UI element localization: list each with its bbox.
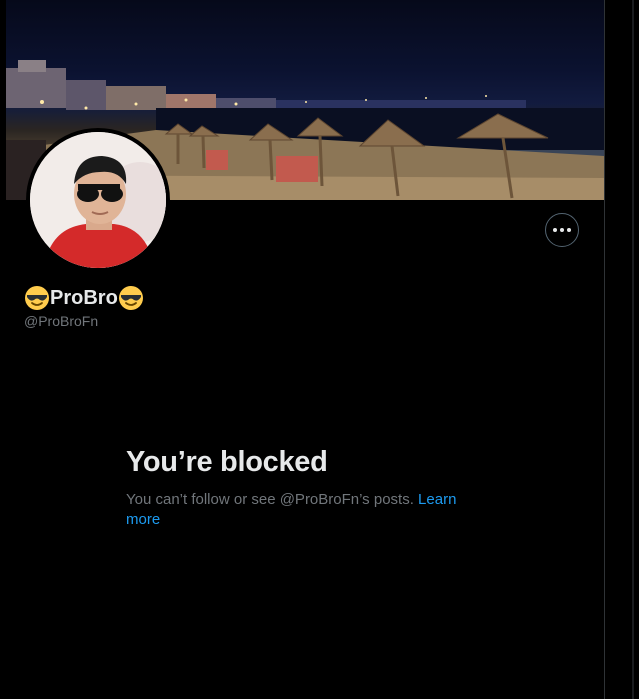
blocked-message: You can’t follow or see @ProBroFn’s post… <box>126 490 476 530</box>
blocked-title: You’re blocked <box>126 446 328 478</box>
smiling-face-with-sunglasses-icon <box>118 285 144 311</box>
profile-display-name: ProBro <box>24 284 144 312</box>
profile-handle: @ProBroFn <box>24 313 99 329</box>
smiling-face-with-sunglasses-icon <box>24 285 50 311</box>
more-options-button[interactable] <box>545 213 579 247</box>
more-options-icon <box>553 228 571 232</box>
profile-avatar[interactable] <box>26 128 170 272</box>
profile-column: ProBro @ProBroFn You’re blocked You can’… <box>6 0 605 699</box>
display-name-text: ProBro <box>50 286 118 309</box>
profile-page: ProBro @ProBroFn You’re blocked You can’… <box>0 0 639 699</box>
right-column-divider <box>632 0 634 699</box>
blocked-message-text: You can’t follow or see @ProBroFn’s post… <box>126 491 414 508</box>
avatar-image <box>30 132 166 268</box>
